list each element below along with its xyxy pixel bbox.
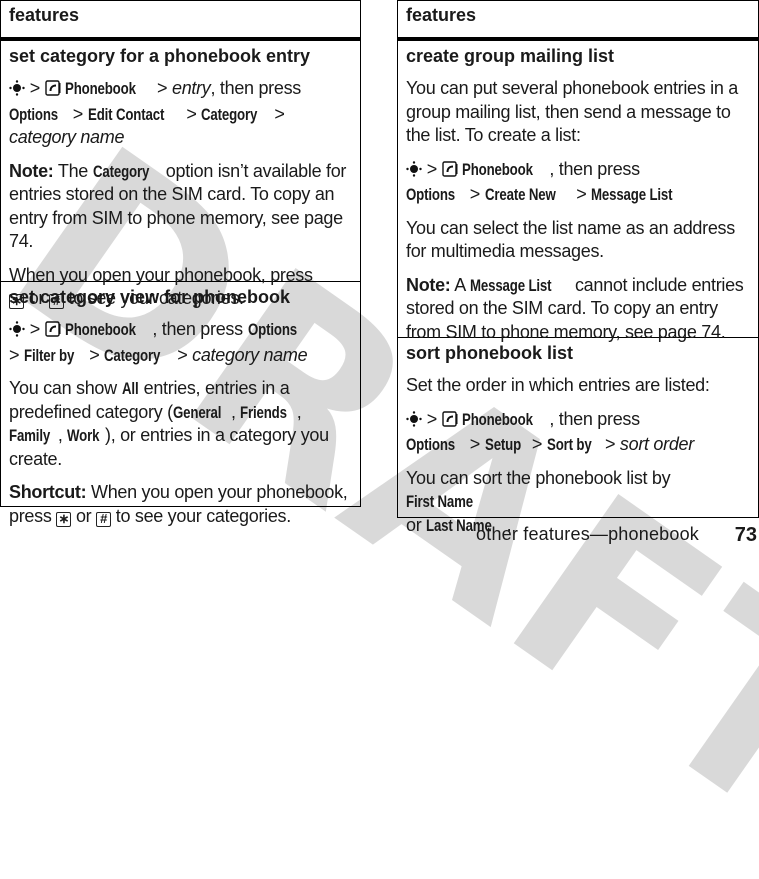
menu-item-options: Options <box>406 435 456 454</box>
note-label: Note: <box>406 274 451 295</box>
desc-pre: You can sort the phonebook list by <box>406 467 671 488</box>
hash-key-icon: # <box>96 511 112 527</box>
feature-title: sort phonebook list <box>406 343 574 363</box>
feature-set-category-entry: set category for a phonebook entry > Pho… <box>1 41 360 309</box>
note-pre: The <box>57 160 89 181</box>
intro-paragraph: Set the order in which entries are liste… <box>406 375 710 395</box>
shortcut-post: to see your categories. <box>115 505 292 526</box>
description-paragraph: You can show All entries, entries in a p… <box>9 378 329 469</box>
menu-item-create-new: Create New <box>484 185 556 204</box>
features-table-left: features set category for a phonebook en… <box>0 0 361 527</box>
option-friends: Friends <box>240 402 288 422</box>
path-category-name: category name <box>192 344 308 365</box>
info-paragraph: You can select the list name as an addre… <box>406 217 735 262</box>
menu-item-phonebook: Phonebook <box>65 320 137 339</box>
table-header: features <box>1 1 360 41</box>
phonebook-icon <box>441 160 458 184</box>
menu-item-filter-by: Filter by <box>23 345 75 365</box>
menu-item-options: Options <box>9 104 59 124</box>
feature-create-group-mailing-list: create group mailing list You can put se… <box>398 41 758 342</box>
option-first-name: First Name <box>406 492 473 511</box>
menu-item-category: Category <box>104 345 161 365</box>
feature-sort-phonebook-list: sort phonebook list Set the order in whi… <box>398 338 758 551</box>
features-table-right: features create group mailing list You c… <box>397 0 759 535</box>
nav-key-icon <box>9 79 25 103</box>
tip-pre: When you open your phonebook, press <box>9 264 313 285</box>
option-family: Family <box>9 426 51 445</box>
path-then-press: , then press <box>549 408 640 429</box>
feature-title: set category for a phonebook entry <box>9 46 311 66</box>
shortcut-or: or <box>75 505 92 526</box>
menu-path: > Phonebook, then press Options > Setup … <box>406 408 750 457</box>
shortcut-label: Shortcut: <box>9 482 87 502</box>
note-label: Note: <box>9 160 54 181</box>
phonebook-icon <box>44 320 61 344</box>
note-pre: A <box>454 274 465 295</box>
star-key-icon: ∗ <box>56 511 72 527</box>
phonebook-icon <box>441 410 458 434</box>
option-general: General <box>172 402 222 422</box>
note-keyword: Message List <box>469 275 552 295</box>
menu-item-edit-contact: Edit Contact <box>87 104 164 124</box>
intro-paragraph: You can put several phonebook entries in… <box>406 78 738 145</box>
nav-key-icon <box>406 410 422 434</box>
path-sort-order: sort order <box>619 434 694 454</box>
path-then-press: , then press <box>549 158 640 179</box>
menu-item-phonebook: Phonebook <box>65 79 137 98</box>
menu-item-setup: Setup <box>484 435 521 454</box>
feature-title: create group mailing list <box>406 46 615 66</box>
menu-item-phonebook: Phonebook <box>462 159 534 179</box>
nav-key-icon <box>406 160 422 184</box>
note-paragraph: Note: The Category option isn’t availabl… <box>9 160 352 254</box>
desc-pre: You can show <box>9 378 117 398</box>
menu-path: > Phonebook > entry, then press Options … <box>9 78 302 147</box>
feature-set-category-view: set category view for phonebook > Phoneb… <box>1 282 360 542</box>
page-footer: other features—phonebook 73 <box>420 524 759 546</box>
page-number: 73 <box>734 524 757 546</box>
phonebook-icon <box>44 79 61 103</box>
path-category-name: category name <box>9 127 125 147</box>
menu-item-category: Category <box>201 104 258 124</box>
table-header: features <box>398 1 758 41</box>
path-entry: entry <box>171 78 211 98</box>
option-all: All <box>121 379 139 398</box>
menu-item-options: Options <box>247 320 297 339</box>
path-then-press: , then press <box>210 78 302 98</box>
menu-item-message-list: Message List <box>591 185 673 204</box>
menu-item-phonebook: Phonebook <box>462 409 534 429</box>
footer-section-title: other features—phonebook <box>476 524 699 544</box>
option-work: Work <box>67 426 100 445</box>
nav-key-icon <box>9 320 25 344</box>
shortcut-paragraph: Shortcut: When you open your phonebook, … <box>9 481 352 528</box>
path-then-press: , then press <box>152 319 243 339</box>
menu-path: > Phonebook, then press Options > Create… <box>406 158 750 207</box>
note-paragraph: Note: A Message List cannot include entr… <box>406 274 750 345</box>
menu-path: > Phonebook, then press Options > Filter… <box>9 318 352 367</box>
menu-item-sort-by: Sort by <box>546 435 592 454</box>
menu-item-options: Options <box>406 185 456 204</box>
feature-title: set category view for phonebook <box>9 287 291 307</box>
desc-post: ), or entries in a category you create. <box>9 425 329 469</box>
note-keyword: Category <box>92 161 149 181</box>
